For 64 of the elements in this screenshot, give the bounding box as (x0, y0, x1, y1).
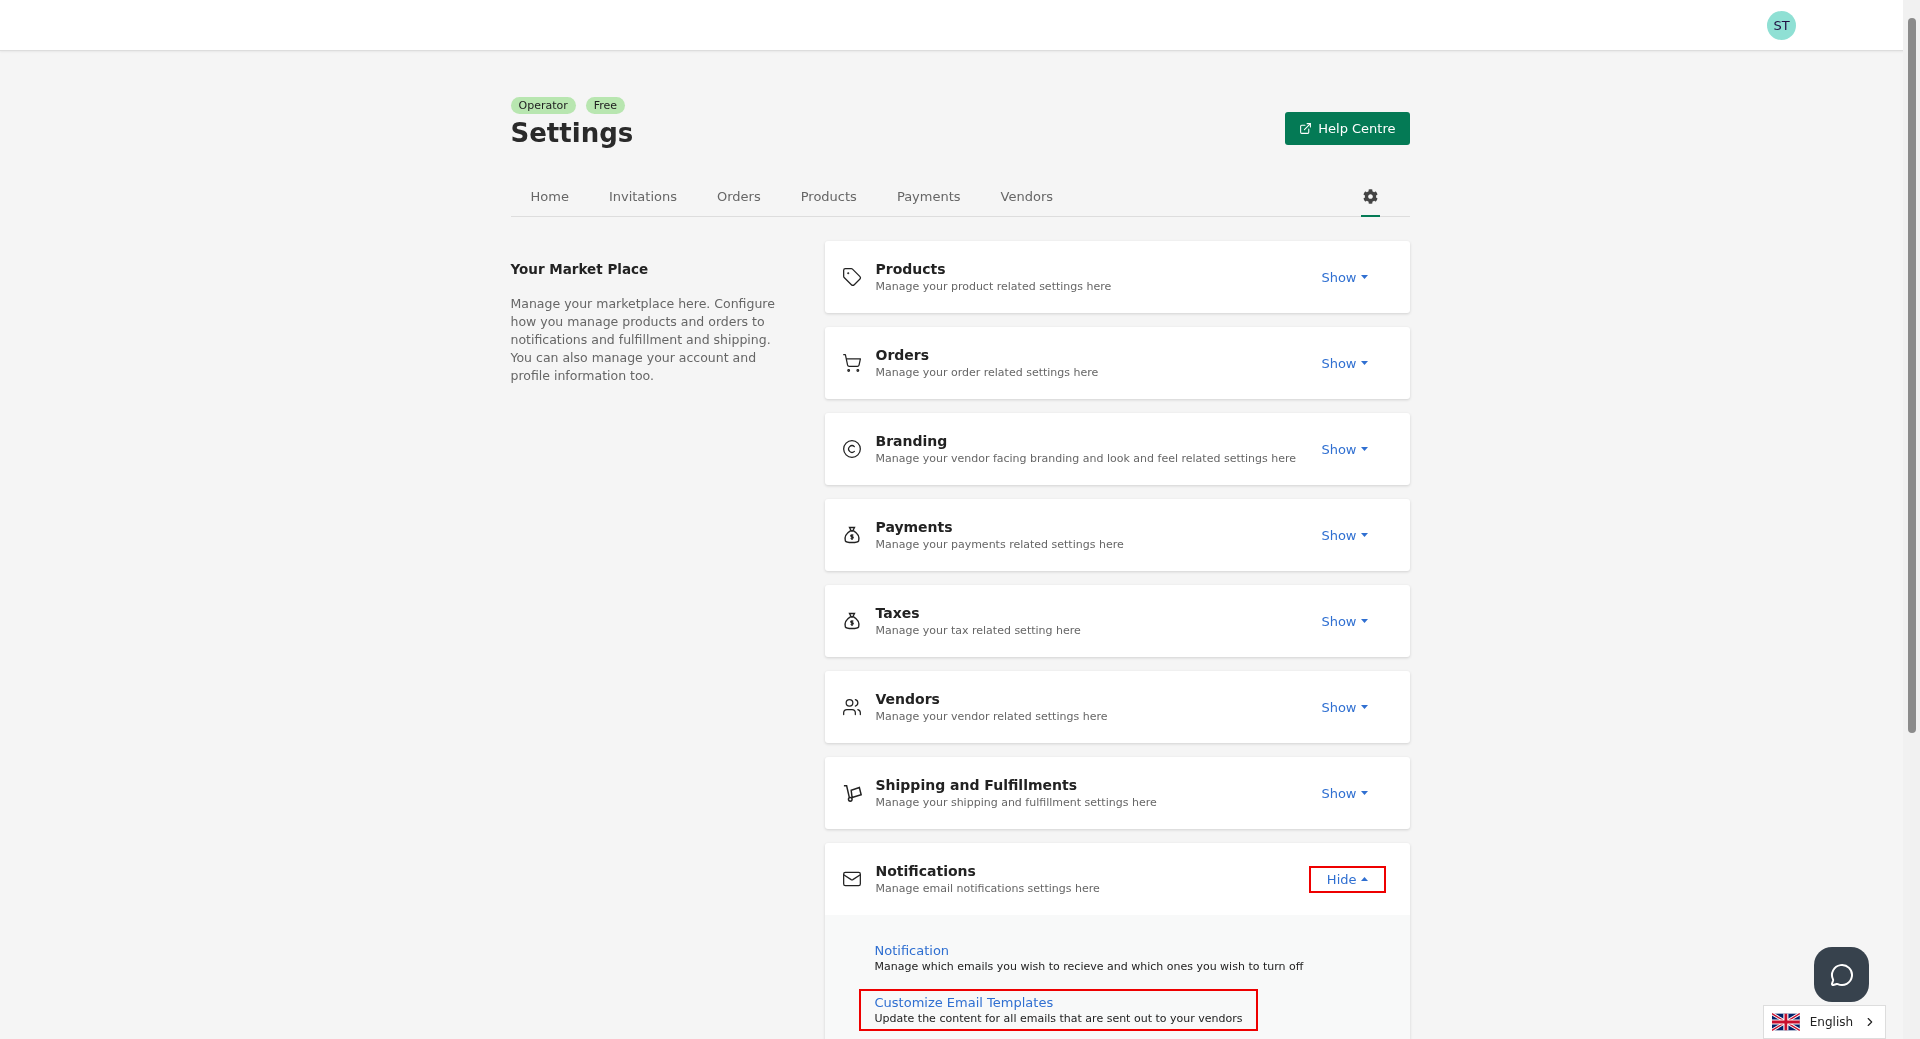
card-subtitle: Manage your product related settings here (875, 280, 1113, 293)
nav-tab[interactable]: Invitations (588, 178, 697, 217)
settings-link[interactable]: Notification (874, 943, 1304, 958)
intro-paragraph: Manage your marketplace here. Configure how you manage products and orders to notifications and fulfillment and shipping. You can also manage your account and profile information too. (510, 295, 776, 385)
settings-link[interactable]: Customize Email Templates (874, 995, 1243, 1010)
nav-tab[interactable]: Orders (697, 178, 781, 217)
card-subtitle: Manage your order related settings here (875, 366, 1100, 379)
help-centre-button[interactable]: Help Centre (1285, 112, 1410, 145)
caret-icon (1360, 361, 1368, 365)
mail-icon (841, 869, 862, 889)
caret-icon (1360, 705, 1368, 709)
link-description: Update the content for all emails that are sent out to your vendors (874, 1012, 1243, 1025)
card-title: Shipping and Fulfillments (875, 777, 1079, 793)
users-icon (841, 697, 862, 717)
nav-tab[interactable]: Payments (876, 178, 981, 217)
flag-icon (1772, 1013, 1800, 1031)
chat-icon (1829, 962, 1854, 987)
cart-icon (841, 353, 862, 373)
card-subtitle: Manage your shipping and fulfillment settings here (875, 796, 1158, 809)
card-title: Orders (875, 347, 931, 363)
toggle-button[interactable]: Show (1303, 521, 1386, 549)
toggle-button[interactable]: Show (1303, 779, 1386, 807)
caret-icon (1360, 447, 1368, 451)
chat-button[interactable] (1814, 947, 1869, 1002)
user-avatar[interactable]: ST (1767, 10, 1796, 40)
caret-icon (1360, 619, 1368, 623)
caret-icon (1360, 877, 1368, 881)
language-selector[interactable]: English (1763, 1005, 1886, 1039)
money-bag-icon (841, 525, 862, 545)
toggle-button[interactable]: Show (1303, 435, 1386, 463)
card-title: Notifications (875, 863, 977, 879)
scrollbar-thumb[interactable] (1907, 18, 1916, 733)
settings-icon (1362, 189, 1378, 204)
card-title: Taxes (875, 605, 921, 621)
card-title: Products (875, 261, 947, 277)
tag-icon (841, 267, 862, 287)
copyright-icon (841, 439, 862, 459)
page-title: Settings (510, 118, 634, 148)
card-subtitle: Manage your vendor related settings here (875, 710, 1109, 723)
card-subtitle: Manage your tax related setting here (875, 624, 1082, 637)
nav-tab[interactable]: Products (780, 178, 877, 217)
plan-badge: Operator (510, 97, 576, 114)
nav-tab[interactable]: Home (510, 178, 589, 217)
card-title: Vendors (875, 691, 941, 707)
nav-tab[interactable]: Vendors (980, 178, 1073, 217)
hand-truck-icon (841, 783, 864, 803)
toggle-button[interactable]: Show (1303, 263, 1386, 291)
caret-icon (1360, 791, 1368, 795)
card-title: Payments (875, 519, 954, 535)
toggle-button[interactable]: Show (1303, 607, 1386, 635)
caret-icon (1360, 533, 1368, 537)
plan-badge: Free (585, 97, 626, 114)
link-description: Manage which emails you wish to recieve and which ones you wish to turn off (874, 960, 1304, 973)
card-subtitle: Manage your vendor facing branding and look and feel related settings here (875, 452, 1298, 465)
card-subtitle: Manage email notifications settings here (875, 882, 1101, 895)
section-heading: Your Market Place (510, 261, 650, 277)
money-bag-icon (841, 611, 862, 631)
external-link-icon (1299, 122, 1313, 135)
caret-icon (1360, 275, 1368, 279)
toggle-button[interactable]: Hide (1308, 865, 1386, 893)
card-subtitle: Manage your payments related settings here (875, 538, 1125, 551)
toggle-button[interactable]: Show (1303, 693, 1386, 721)
card-title: Branding (875, 433, 949, 449)
toggle-button[interactable]: Show (1303, 349, 1386, 377)
